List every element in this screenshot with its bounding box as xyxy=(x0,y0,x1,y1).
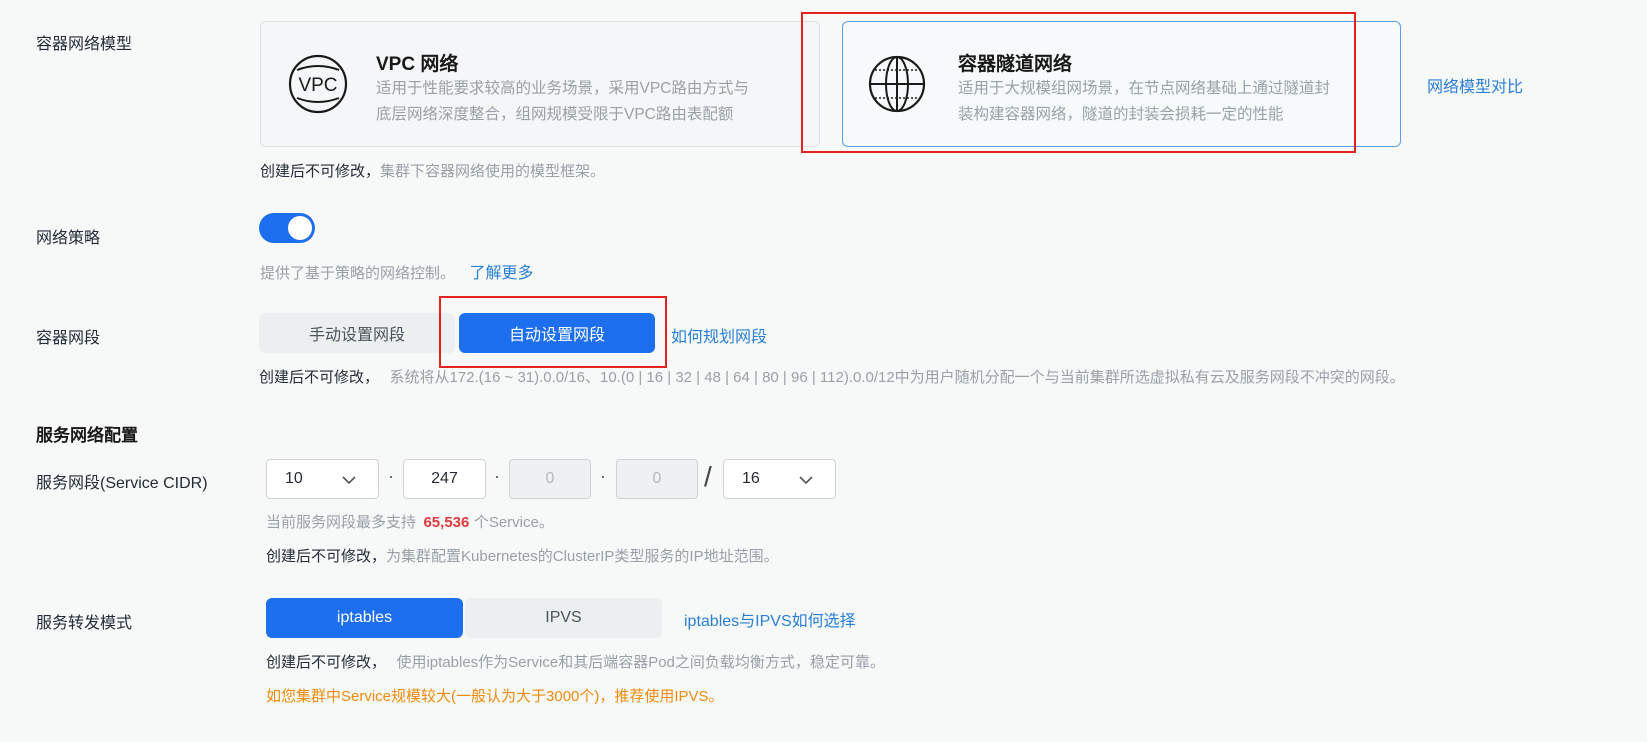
forward-mode-note-rest: 使用iptables作为Service和其后端容器Pod之间负载均衡方式，稳定可… xyxy=(396,654,885,671)
mask-value: 16 xyxy=(742,470,760,487)
tunnel-network-desc-line2: 装构建容器网络，隧道的封装会损耗一定的性能 xyxy=(958,106,1284,123)
vpc-icon: VPC xyxy=(287,53,349,120)
forward-mode-note-strong: 创建后不可修改， xyxy=(266,654,387,671)
chevron-down-icon xyxy=(799,472,813,490)
forward-mode-note: 创建后不可修改， 使用iptables作为Service和其后端容器Pod之间负… xyxy=(266,651,885,672)
octet3-input: 0 xyxy=(509,459,591,499)
octet2-input[interactable]: 247 xyxy=(403,459,486,499)
iptables-ipvs-choose-link[interactable]: iptables与IPVS如何选择 xyxy=(684,607,856,631)
chevron-down-icon xyxy=(342,472,356,490)
vpc-network-card[interactable]: VPC VPC 网络 适用于性能要求较高的业务场景，采用VPC路由方式与 底层网… xyxy=(260,21,820,147)
network-policy-label: 网络策略 xyxy=(36,230,101,247)
network-model-note-strong: 创建后不可修改， xyxy=(260,163,381,180)
separator-dot-2: · xyxy=(494,466,500,486)
octet4-input: 0 xyxy=(616,459,698,499)
separator-dot-3: · xyxy=(600,466,606,486)
container-cidr-label: 容器网段 xyxy=(36,330,101,347)
octet3-value: 0 xyxy=(545,470,555,487)
network-model-note: 创建后不可修改，集群下容器网络使用的模型框架。 xyxy=(260,160,605,181)
network-model-compare-link[interactable]: 网络模型对比 xyxy=(1427,73,1523,97)
network-model-note-rest: 集群下容器网络使用的模型框架。 xyxy=(380,163,606,180)
octet1-select[interactable]: 10 xyxy=(266,459,379,499)
service-cidr-note-rest: 为集群配置Kubernetes的ClusterIP类型服务的IP地址范围。 xyxy=(386,548,779,565)
service-cidr-label: 服务网段(Service CIDR) xyxy=(36,475,208,492)
network-policy-note: 提供了基于策略的网络控制。 xyxy=(260,265,456,282)
vpc-network-desc-line1: 适用于性能要求较高的业务场景，采用VPC路由方式与 xyxy=(376,80,749,97)
container-cidr-note-strong: 创建后不可修改， xyxy=(259,369,380,386)
globe-icon xyxy=(867,54,927,119)
network-policy-toggle[interactable] xyxy=(259,213,315,243)
container-cidr-note: 创建后不可修改， 系统将从172.(16 ~ 31).0.0/16、10.(0 … xyxy=(259,366,1405,387)
capacity-suffix: 个Service。 xyxy=(473,514,554,531)
mask-select[interactable]: 16 xyxy=(723,459,836,499)
iptables-button[interactable]: iptables xyxy=(266,598,463,638)
capacity-prefix: 当前服务网段最多支持 xyxy=(266,514,417,531)
forward-mode-warning: 如您集群中Service规模较大(一般认为大于3000个)，推荐使用IPVS。 xyxy=(266,688,724,705)
octet2-value: 247 xyxy=(431,470,458,487)
container-cidr-note-rest: 系统将从172.(16 ~ 31).0.0/16、10.(0 | 16 | 32… xyxy=(389,369,1405,386)
separator-dot-1: · xyxy=(388,466,394,486)
forward-mode-label: 服务转发模式 xyxy=(36,615,133,632)
mask-slash: / xyxy=(704,461,712,492)
ipvs-button[interactable]: IPVS xyxy=(465,598,662,638)
tunnel-network-card[interactable]: 容器隧道网络 适用于大规模组网场景，在节点网络基础上通过隧道封 装构建容器网络，… xyxy=(842,21,1401,147)
vpc-network-desc-line2: 底层网络深度整合，组网规模受限于VPC路由表配额 xyxy=(376,106,734,123)
capacity-value: 65,536 xyxy=(423,514,470,531)
service-cidr-note-strong: 创建后不可修改， xyxy=(266,548,387,565)
octet1-value: 10 xyxy=(285,470,303,487)
tunnel-network-desc-line1: 适用于大规模组网场景，在节点网络基础上通过隧道封 xyxy=(958,80,1331,97)
tunnel-network-title: 容器隧道网络 xyxy=(958,54,1073,75)
network-model-label: 容器网络模型 xyxy=(36,36,133,53)
network-policy-note-row: 提供了基于策略的网络控制。 了解更多 xyxy=(260,259,533,283)
learn-more-link[interactable]: 了解更多 xyxy=(469,265,533,282)
svg-text:VPC: VPC xyxy=(298,75,337,96)
plan-cidr-link[interactable]: 如何规划网段 xyxy=(671,323,767,347)
octet4-value: 0 xyxy=(652,470,662,487)
service-capacity-note: 当前服务网段最多支持 65,536 个Service。 xyxy=(266,511,554,532)
manual-cidr-button[interactable]: 手动设置网段 xyxy=(259,313,455,353)
auto-cidr-button[interactable]: 自动设置网段 xyxy=(459,313,655,353)
service-network-section-title: 服务网络配置 xyxy=(36,426,138,445)
vpc-network-title: VPC 网络 xyxy=(376,54,459,75)
toggle-knob xyxy=(288,216,312,240)
service-cidr-note: 创建后不可修改，为集群配置Kubernetes的ClusterIP类型服务的IP… xyxy=(266,545,779,566)
